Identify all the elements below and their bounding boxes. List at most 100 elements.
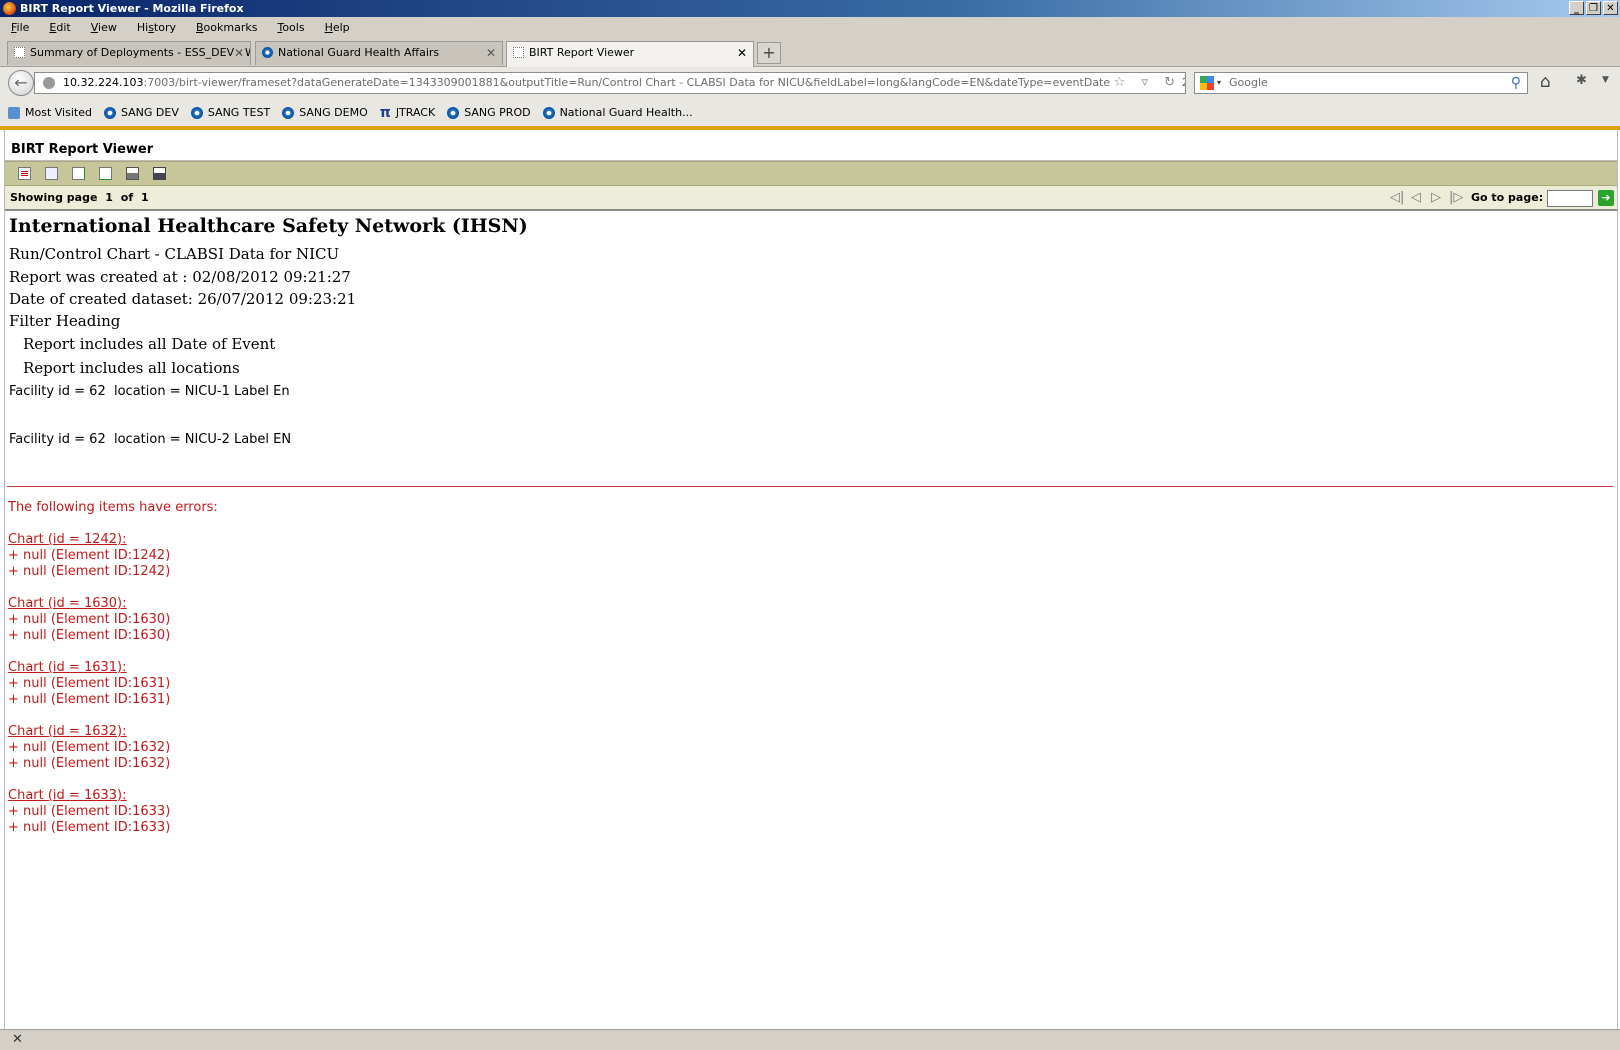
window-controls: _ ❐ ✕ (1569, 1, 1618, 15)
first-page-icon[interactable]: ◁| (1390, 189, 1404, 207)
minimize-button[interactable]: _ (1569, 1, 1584, 15)
menu-edit-rest: dit (56, 21, 71, 34)
bookmark-jtrack[interactable]: π JTRACK (380, 106, 436, 120)
addon-icon[interactable]: ✱ (1576, 73, 1587, 88)
bookmark-sang-prod[interactable]: SANG PROD (447, 106, 531, 119)
report-body: International Healthcare Safety Network … (7, 211, 1615, 1029)
bookmark-national-guard[interactable]: National Guard Health... (542, 106, 693, 119)
previous-page-icon[interactable]: ◁ (1411, 189, 1421, 207)
menu-view[interactable]: View (80, 21, 126, 34)
tab-close-icon[interactable]: ✕ (737, 42, 747, 64)
tab-summary-deployments[interactable]: Summary of Deployments - ESS_DEV - W... … (7, 41, 251, 65)
bookmark-label: SANG TEST (207, 106, 271, 119)
search-engine-dropdown-icon[interactable]: ▾ (1217, 73, 1221, 93)
last-page-icon[interactable]: |▷ (1449, 189, 1463, 207)
window-title: BIRT Report Viewer - Mozilla Firefox (20, 2, 244, 15)
menu-file-rest: ile (16, 21, 30, 34)
print-icon[interactable] (126, 167, 139, 180)
tab-national-guard[interactable]: National Guard Health Affairs ✕ (255, 41, 503, 65)
error-line: + null (Element ID:1632) (8, 756, 171, 771)
page-content: BIRT Report Viewer Showing page 1 of 1 ◁… (4, 130, 1618, 1029)
menu-bookmarks[interactable]: Bookmarks (185, 21, 266, 34)
bookmark-sang-demo[interactable]: SANG DEMO (282, 106, 368, 119)
bookmark-label: Most Visited (25, 106, 92, 119)
error-chart-link-1630[interactable]: Chart (id = 1630): (8, 596, 127, 611)
home-icon[interactable]: ⌂ (1540, 72, 1551, 92)
search-input[interactable]: Google (1229, 73, 1268, 93)
search-bar[interactable]: ▾ Google ⚲ (1194, 72, 1528, 94)
bookmark-most-visited[interactable]: Most Visited (8, 106, 92, 119)
bookmark-label: JTRACK (395, 106, 436, 119)
tab-birt-report-viewer[interactable]: BIRT Report Viewer ✕ (506, 41, 754, 67)
error-line: + null (Element ID:1242) (8, 548, 171, 563)
navigation-bar: 10.32.224.103:7003/birt-viewer/frameset?… (0, 67, 1620, 99)
menu-history[interactable]: History (126, 21, 185, 34)
errors-header: The following items have errors: (8, 500, 218, 515)
error-chart-link-1631[interactable]: Chart (id = 1631): (8, 660, 127, 675)
next-page-icon[interactable]: ▷ (1431, 189, 1441, 207)
ie-icon (282, 106, 295, 119)
menu-help-rest: elp (332, 21, 350, 34)
export-report-icon[interactable] (99, 167, 112, 180)
tab-label: Summary of Deployments - ESS_DEV - W... (30, 46, 251, 59)
error-line: + null (Element ID:1631) (8, 676, 171, 691)
bookmark-label: SANG DEMO (299, 106, 368, 119)
toc-icon[interactable] (18, 167, 31, 180)
url-bar[interactable]: 10.32.224.103:7003/birt-viewer/frameset?… (34, 72, 1186, 94)
menu-edit[interactable]: Edit (38, 21, 79, 34)
ie-icon (447, 106, 460, 119)
search-icon[interactable]: ⚲ (1511, 73, 1521, 93)
new-tab-button[interactable]: + (757, 42, 781, 64)
ie-icon (262, 47, 273, 58)
error-line: + null (Element ID:1633) (8, 820, 171, 835)
site-identity-icon[interactable] (43, 77, 55, 89)
window-titlebar: BIRT Report Viewer - Mozilla Firefox _ ❐… (0, 0, 1620, 17)
report-dataset-date: Date of created dataset: 26/07/2012 09:2… (9, 290, 357, 308)
goto-page-button[interactable]: ➜ (1598, 190, 1614, 206)
google-icon[interactable] (1200, 76, 1214, 90)
menu-history-post: tory (153, 21, 176, 34)
error-chart-link-1633[interactable]: Chart (id = 1633): (8, 788, 127, 803)
print-server-icon[interactable] (153, 167, 166, 180)
url-bar-icons[interactable]: ☆ ▿ ↻ (1109, 73, 1181, 93)
parameters-icon[interactable] (45, 167, 58, 180)
tab-bar: Summary of Deployments - ESS_DEV - W... … (0, 38, 1620, 67)
back-button[interactable]: ← (8, 70, 34, 96)
chevron-down-icon[interactable]: ▼ (1602, 75, 1609, 85)
filter-date-of-event: Report includes all Date of Event (23, 335, 276, 353)
menu-file[interactable]: File (0, 21, 38, 34)
close-window-button[interactable]: ✕ (1603, 1, 1618, 15)
menu-tools-rest: ools (282, 21, 305, 34)
restore-button[interactable]: ❐ (1586, 1, 1601, 15)
error-chart-link-1242[interactable]: Chart (id = 1242): (8, 532, 127, 547)
error-line: + null (Element ID:1630) (8, 612, 171, 627)
bookmark-sang-dev[interactable]: SANG DEV (103, 106, 179, 119)
report-created: Report was created at : 02/08/2012 09:21… (9, 268, 351, 286)
tab-label: BIRT Report Viewer (529, 46, 635, 59)
ie-icon (542, 106, 555, 119)
menu-view-mnemonic: V (90, 21, 99, 34)
facility-line-2: Facility id = 62 location = NICU-2 Label… (9, 432, 292, 447)
tab-close-icon[interactable]: ✕ (234, 42, 244, 64)
facility-line-1: Facility id = 62 location = NICU-1 Label… (9, 384, 290, 399)
of-label: of (120, 191, 134, 204)
error-line: + null (Element ID:1632) (8, 740, 171, 755)
export-data-icon[interactable] (72, 167, 85, 180)
bookmark-sang-test[interactable]: SANG TEST (190, 106, 271, 119)
url-text: 10.32.224.103:7003/birt-viewer/frameset?… (63, 73, 1185, 93)
page-navigation-bar: Showing page 1 of 1 ◁| ◁ ▷ |▷ Go to page… (5, 186, 1617, 211)
firefox-icon (3, 2, 16, 15)
tab-close-icon[interactable]: ✕ (486, 42, 496, 64)
bookmark-label: SANG PROD (464, 106, 531, 119)
goto-page-label: Go to page: (1471, 191, 1544, 204)
ie-icon (190, 106, 203, 119)
menu-view-rest: iew (98, 21, 117, 34)
goto-page-input[interactable] (1547, 190, 1593, 207)
error-divider (7, 486, 1613, 487)
close-icon[interactable]: ✕ (12, 1032, 23, 1047)
showing-page-label: Showing page (10, 191, 98, 204)
error-chart-link-1632[interactable]: Chart (id = 1632): (8, 724, 127, 739)
menu-bar: File Edit View History Bookmarks Tools H… (0, 17, 1620, 38)
menu-help[interactable]: Help (314, 21, 359, 34)
menu-tools[interactable]: Tools (266, 21, 313, 34)
